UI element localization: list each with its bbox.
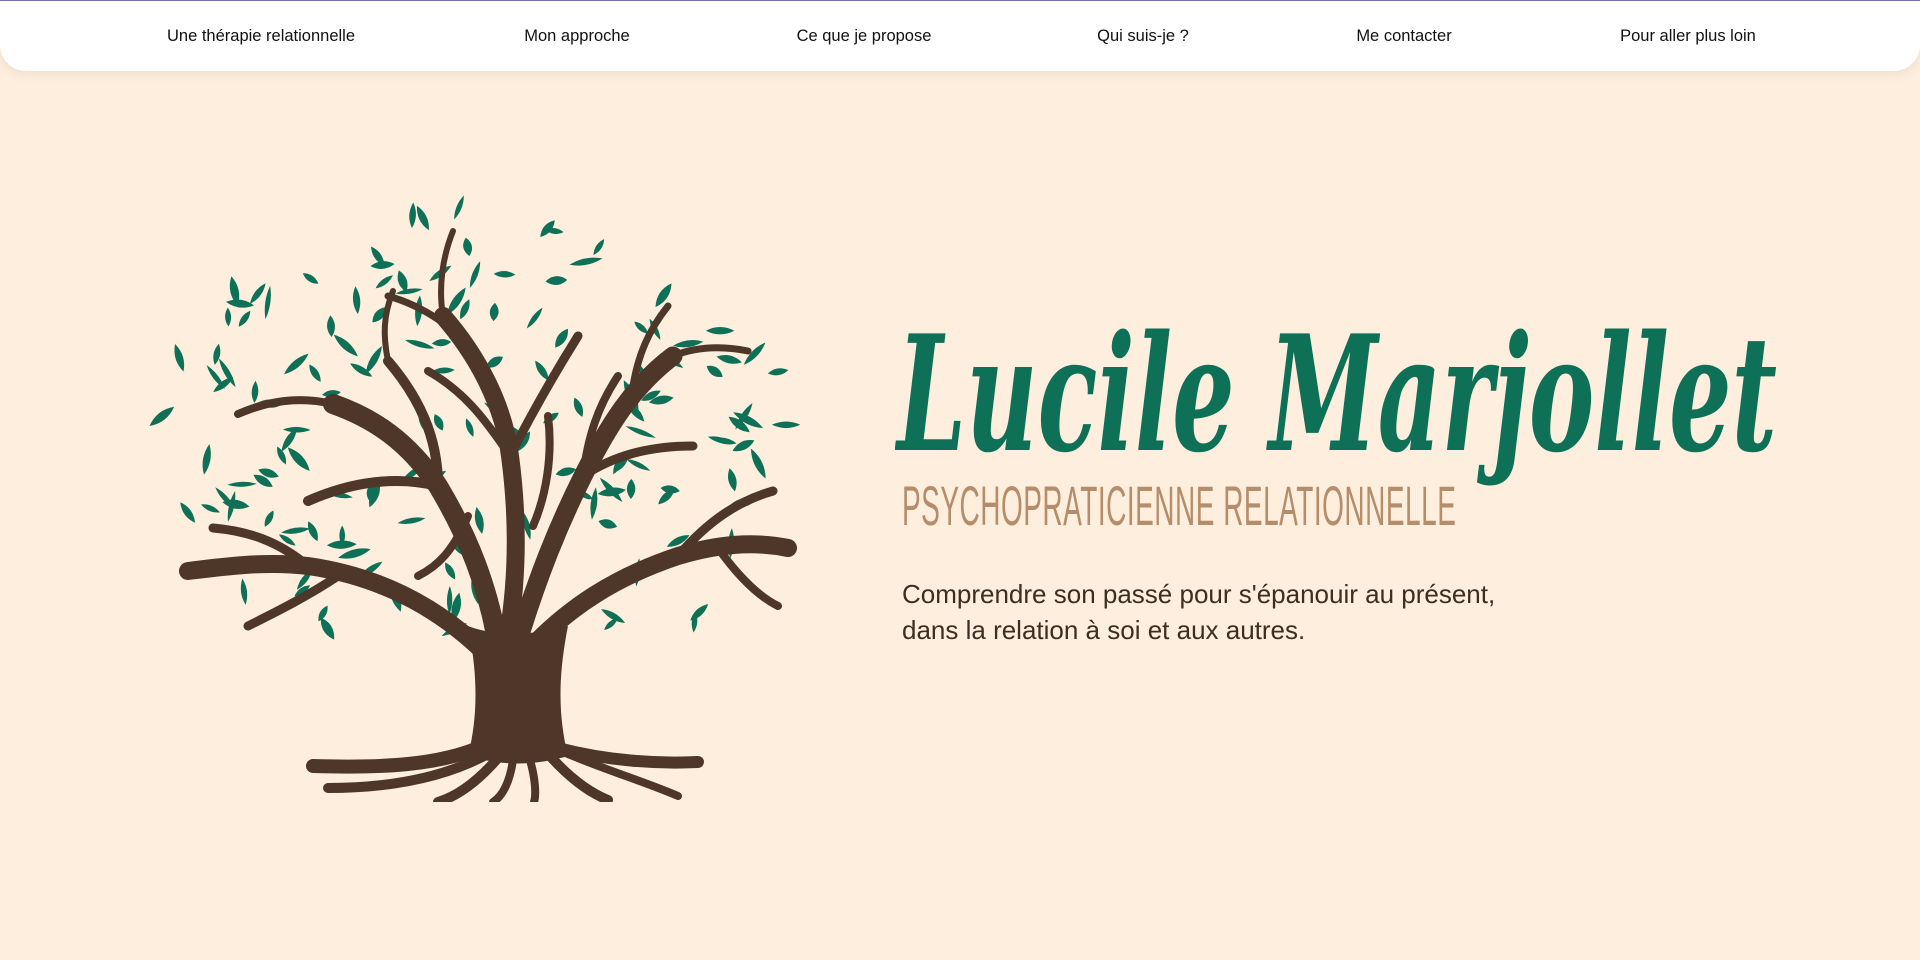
leaf-icon — [201, 504, 220, 513]
tree-branches — [179, 228, 797, 665]
leaf-icon — [489, 302, 499, 322]
nav-item-une-therapie-relationnelle[interactable]: Une thérapie relationnelle — [167, 0, 355, 72]
leaf-icon — [284, 353, 309, 375]
hero-tagline-line-2: dans la relation à soi et aux autres. — [902, 615, 1306, 645]
leaf-icon — [225, 307, 232, 327]
leaf-icon — [225, 299, 255, 308]
leaf-icon — [445, 562, 456, 580]
leaf-icon — [282, 427, 311, 433]
leaf-icon — [604, 618, 618, 631]
leaf-icon — [569, 257, 603, 266]
leaf-icon — [598, 519, 618, 529]
hero-name: Lucile Marjollet — [895, 300, 1777, 488]
leaf-icon — [302, 273, 319, 284]
leaf-icon — [625, 426, 656, 438]
leaf-icon — [395, 288, 423, 295]
leaf-icon — [771, 421, 801, 429]
leaf-icon — [281, 527, 310, 534]
nav-item-mon-approche[interactable]: Mon approche — [524, 0, 630, 72]
leaf-icon — [251, 380, 259, 403]
leaf-icon — [238, 310, 251, 327]
leaf-icon — [705, 327, 735, 335]
leaf-icon — [469, 261, 481, 288]
leaf-icon — [573, 397, 583, 417]
leaf-icon — [465, 418, 474, 437]
leaf-icon — [493, 271, 516, 278]
leaf-icon — [250, 283, 266, 304]
main-navigation: Une thérapie relationnelle Mon approche … — [0, 0, 1920, 71]
leaf-icon — [706, 365, 723, 378]
leaf-icon — [202, 443, 211, 475]
leaf-icon — [240, 578, 248, 605]
top-border-line — [0, 0, 1920, 1]
leaf-icon — [474, 507, 484, 534]
leaf-icon — [287, 447, 310, 471]
nav-item-me-contacter[interactable]: Me contacter — [1356, 0, 1451, 72]
leaf-icon — [767, 368, 789, 376]
leaf-icon — [750, 448, 766, 479]
leaf-icon — [590, 487, 598, 520]
leaf-icon — [277, 446, 287, 465]
leaf-icon — [727, 468, 737, 492]
leaf-icon — [716, 355, 742, 364]
nav-item-qui-suis-je[interactable]: Qui suis-je ? — [1097, 0, 1189, 72]
leaf-icon — [149, 406, 175, 427]
leaf-icon — [307, 521, 318, 542]
leaf-icon — [404, 339, 435, 349]
leaf-icon — [690, 603, 709, 621]
leaf-icon — [454, 195, 464, 220]
leaf-icon — [352, 286, 361, 315]
leaf-icon — [264, 510, 274, 527]
leaf-icon — [463, 237, 473, 257]
hero-tagline-line-1: Comprendre son passé pour s'épanouir au … — [902, 579, 1496, 609]
leaf-icon — [660, 485, 680, 494]
leaf-icon — [327, 315, 335, 338]
leaf-icon — [227, 481, 257, 487]
leaf-icon — [326, 540, 357, 549]
leaf-icon — [264, 285, 271, 320]
hero-tagline: Comprendre son passé pour s'épanouir au … — [902, 576, 1495, 648]
hero-subtitle: PSYCHOPRATICIENNE RELATIONNELLE — [902, 474, 1457, 537]
leaf-icon — [375, 275, 394, 289]
leaf-icon — [593, 239, 605, 256]
leaf-icon — [409, 202, 416, 229]
leaf-icon — [333, 334, 358, 357]
tree-of-life-icon — [149, 195, 801, 802]
leaf-icon — [545, 276, 568, 285]
leaf-icon — [180, 502, 196, 523]
leaf-icon — [309, 364, 321, 382]
nav-item-pour-aller-plus-loin[interactable]: Pour aller plus loin — [1620, 0, 1756, 72]
leaf-icon — [626, 478, 636, 499]
leaf-icon — [397, 517, 426, 524]
leaf-icon — [431, 339, 452, 347]
nav-item-ce-que-je-propose[interactable]: Ce que je propose — [797, 0, 932, 72]
leaf-icon — [416, 205, 429, 231]
leaf-icon — [526, 307, 543, 329]
leaf-icon — [174, 343, 185, 372]
leaf-icon — [655, 283, 672, 308]
